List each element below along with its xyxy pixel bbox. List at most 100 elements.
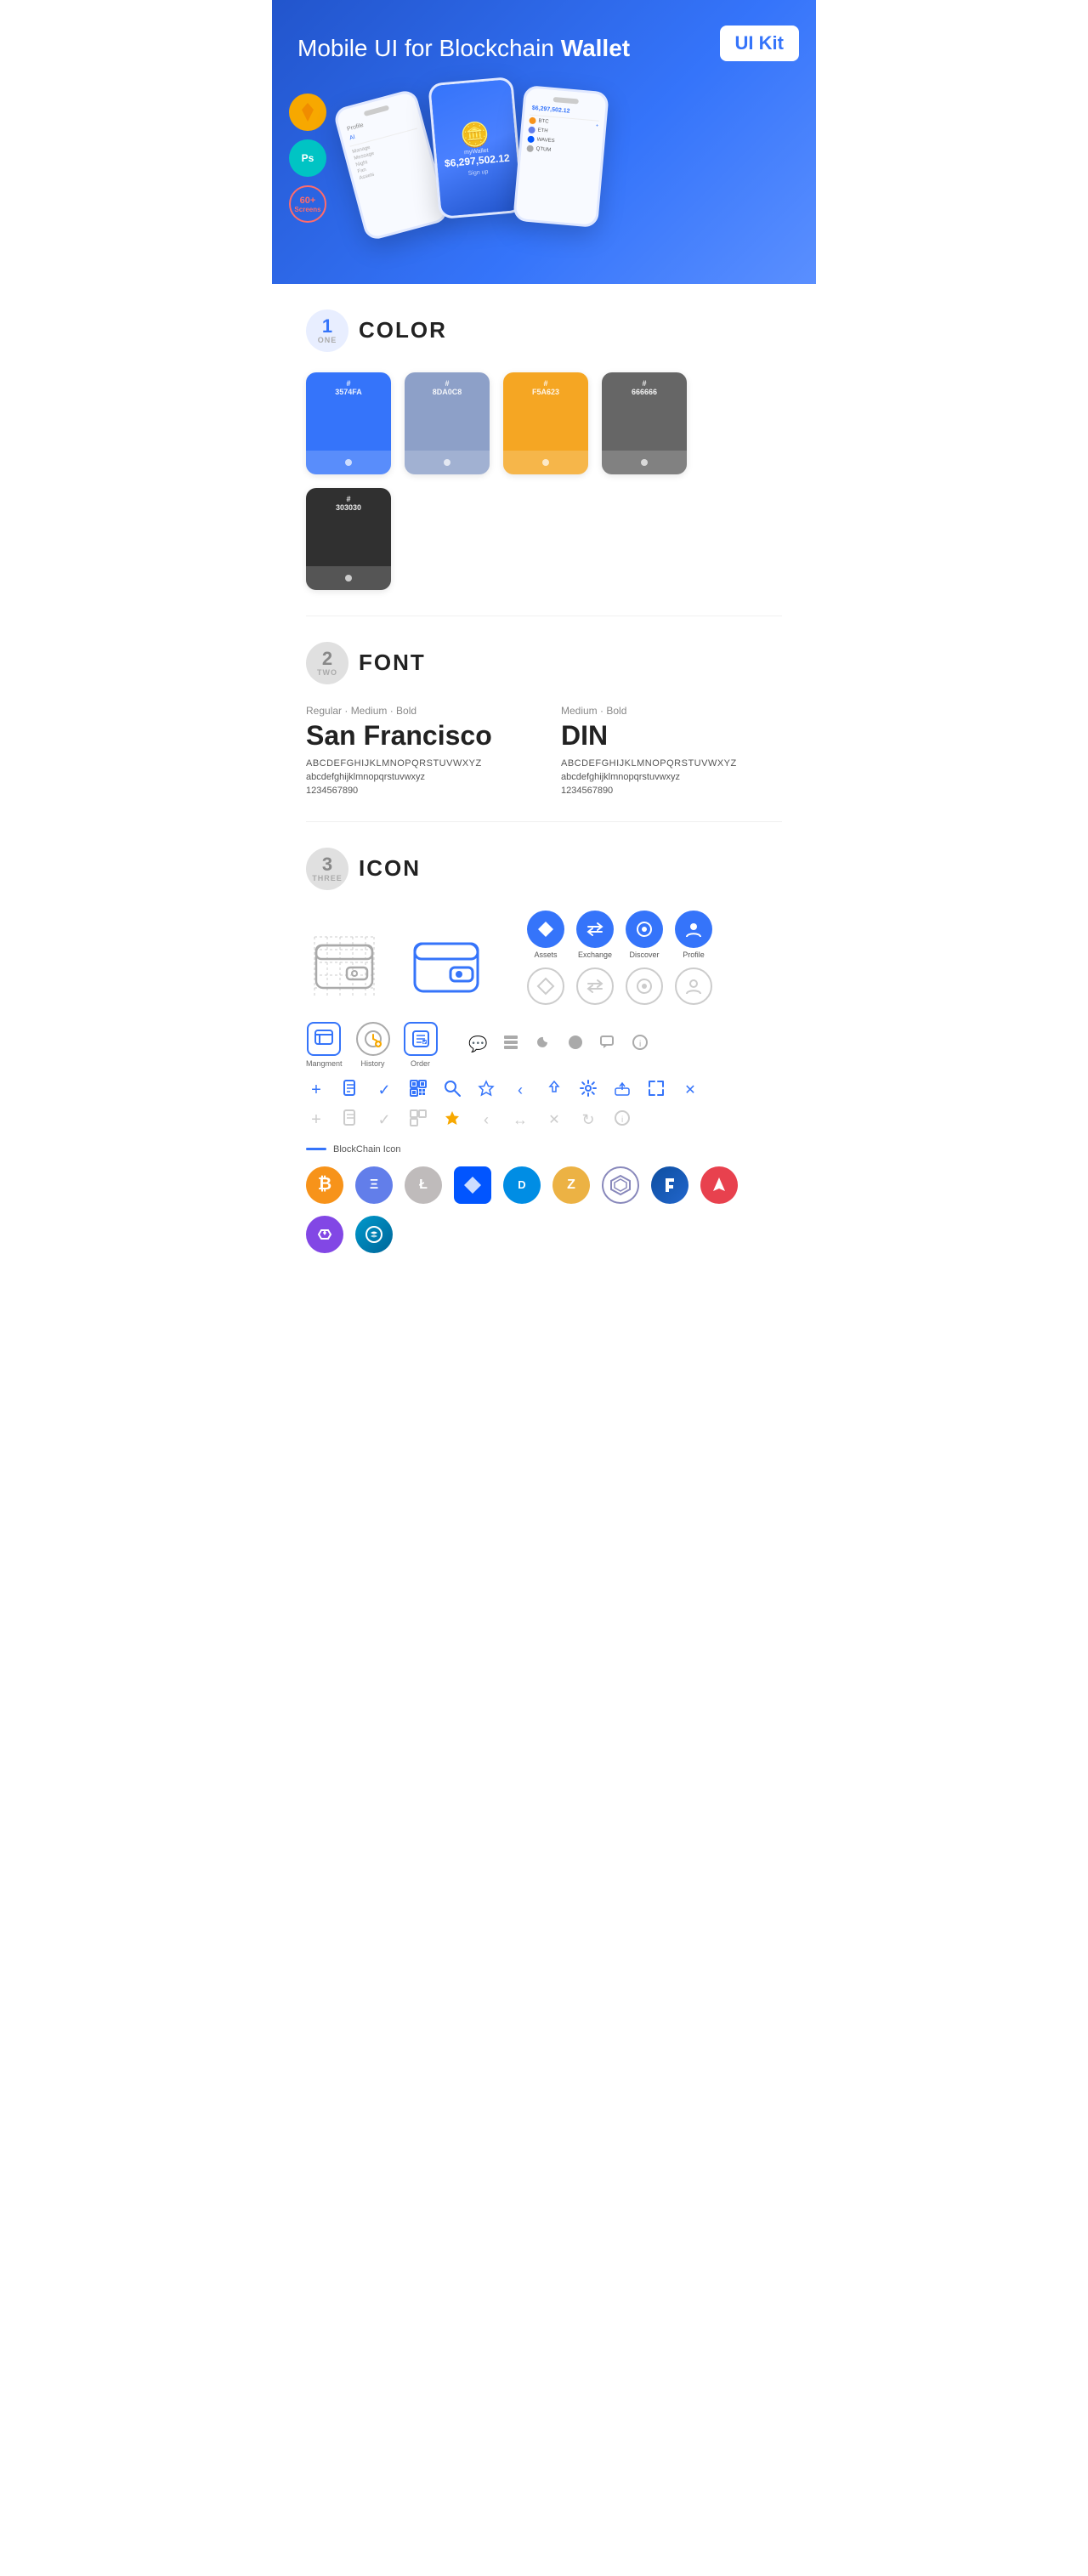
history-icon-label: History [361,1059,385,1068]
info-icon-outline: i [612,1109,632,1131]
sf-font-name: San Francisco [306,720,527,752]
assets-icon-label: Assets [534,950,557,959]
sf-uppercase: ABCDEFGHIJKLMNOPQRSTUVWXYZ [306,758,527,769]
svg-text:i: i [639,1040,641,1049]
star-icon [476,1080,496,1101]
waves-icon [454,1166,491,1204]
color-swatch-gray: #666666 [602,372,687,474]
doc-icon-outline [340,1109,360,1131]
plus-icon: + [306,1081,326,1100]
blockchain-label: BlockChain Icon [306,1144,782,1155]
refresh-icon-outline: ↻ [578,1111,598,1129]
search-icon [442,1080,462,1101]
cross-icon-outline: ✕ [544,1111,564,1128]
color-swatch-grayblue: #8DA0C8 [405,372,490,474]
sf-numbers: 1234567890 [306,786,527,796]
back-icon: ‹ [510,1081,530,1099]
din-numbers: 1234567890 [561,786,782,796]
nav-icons-filled-row: Assets Exchange [527,911,712,959]
phone-screen-right: $6,297,502.12 BTC + ETH WAVES QTUM [515,88,606,225]
profile-icon [675,911,712,948]
exchange-icon [576,911,614,948]
ltc-icon: Ł [405,1166,442,1204]
sf-lowercase: abcdefghijklmnopqrstuvwxyz [306,772,527,782]
hero-title: Mobile UI for Blockchain Wallet [298,34,790,63]
din-font-name: DIN [561,720,782,752]
stratis-icon [355,1216,393,1253]
color-section-header: 1 ONE COLOR [306,309,782,352]
share-icon [544,1080,564,1101]
font-section-title: FONT [359,650,426,676]
sf-font-type: Regular · Medium · Bold [306,705,527,717]
lisk-icon [651,1166,688,1204]
assets-icon-outline [527,967,564,1005]
icon-section-number: 3 THREE [306,848,348,890]
profile-icon-label: Profile [683,950,705,959]
blockchain-section: BlockChain Icon ₿ Ξ Ł D Z [306,1144,782,1253]
blockchain-line [306,1148,326,1150]
font-section-number: 2 TWO [306,642,348,684]
hero-phones: Profile AI Manage Message Night Fan Asse… [298,80,790,233]
color-swatch-orange: #F5A623 [503,372,588,474]
font-section-header: 2 TWO FONT [306,642,782,684]
matic-icon [306,1216,343,1253]
extra-icons-row: 💬 i [468,1034,650,1055]
exchange-icon-label: Exchange [578,950,612,959]
back-icon-outline: ‹ [476,1111,496,1129]
wallet-icon-wireframe [306,928,382,1005]
order-icon [404,1022,438,1056]
expand-icon [646,1080,666,1101]
font-content: Regular · Medium · Bold San Francisco AB… [306,705,782,796]
utility-icons-inactive: + ✓ ‹ ↔ ✕ ↻ i [306,1109,782,1131]
nav-icons-outline-row [527,967,712,1005]
crypto-icons: ₿ Ξ Ł D Z [306,1166,782,1253]
color-swatch-dark: #303030 [306,488,391,590]
exchange-icon-outline [576,967,614,1005]
management-icon-item: Mangment [306,1022,343,1068]
color-section-title: COLOR [359,317,447,343]
font-section: 2 TWO FONT Regular · Medium · Bold San F… [272,616,816,821]
color-section: 1 ONE COLOR #3574FA #8DA0C8 #F5A6 [272,284,816,616]
eth-icon: Ξ [355,1166,393,1204]
phone-screen-blue: 🪙 myWallet $6,297,502.12 Sign up [430,79,521,217]
discover-icon-outline [626,967,663,1005]
color-swatch-blue: #3574FA [306,372,391,474]
qr-icon [408,1080,428,1101]
circle-icon [565,1034,586,1055]
wallet-icon-filled [408,928,484,1005]
phone-center: 🪙 myWallet $6,297,502.12 Sign up [428,77,524,219]
management-icon-label: Mangment [306,1059,343,1068]
blockchain-text: BlockChain Icon [333,1144,401,1155]
font-din: Medium · Bold DIN ABCDEFGHIJKLMNOPQRSTUV… [561,705,782,796]
grid-icon [602,1166,639,1204]
icon-section: 3 THREE ICON [272,822,816,1289]
svg-text:i: i [621,1115,623,1125]
check-icon-outline: ✓ [374,1111,394,1129]
discover-icon-item: Discover [626,911,663,959]
doc-icon [340,1080,360,1101]
btc-icon: ₿ [306,1166,343,1204]
ui-kit-badge: UI Kit [720,26,799,61]
management-icon [307,1022,341,1056]
din-lowercase: abcdefghijklmnopqrstuvwxyz [561,772,782,782]
color-section-number: 1 ONE [306,309,348,352]
settings-icon [578,1080,598,1101]
utility-icons-active: + ✓ ‹ ✕ [306,1080,782,1101]
assets-icon [527,911,564,948]
stack-icon [501,1034,521,1055]
order-icon-item: Order [404,1022,438,1068]
plus-icon-outline: + [306,1110,326,1130]
font-san-francisco: Regular · Medium · Bold San Francisco AB… [306,705,527,796]
exchange-icon-item: Exchange [576,911,614,959]
qr-icon-outline [408,1109,428,1131]
moon-icon [533,1034,553,1055]
hero-section: Mobile UI for Blockchain Wallet UI Kit P… [272,0,816,284]
din-uppercase: ABCDEFGHIJKLMNOPQRSTUVWXYZ [561,758,782,769]
history-icon [356,1022,390,1056]
bottom-icons-row: Mangment History [306,1022,782,1068]
check-icon: ✓ [374,1081,394,1099]
icon-section-title: ICON [359,855,421,882]
icon-display-row: Assets Exchange [306,911,782,1005]
profile-icon-outline [675,967,712,1005]
speech-icon [598,1034,618,1055]
